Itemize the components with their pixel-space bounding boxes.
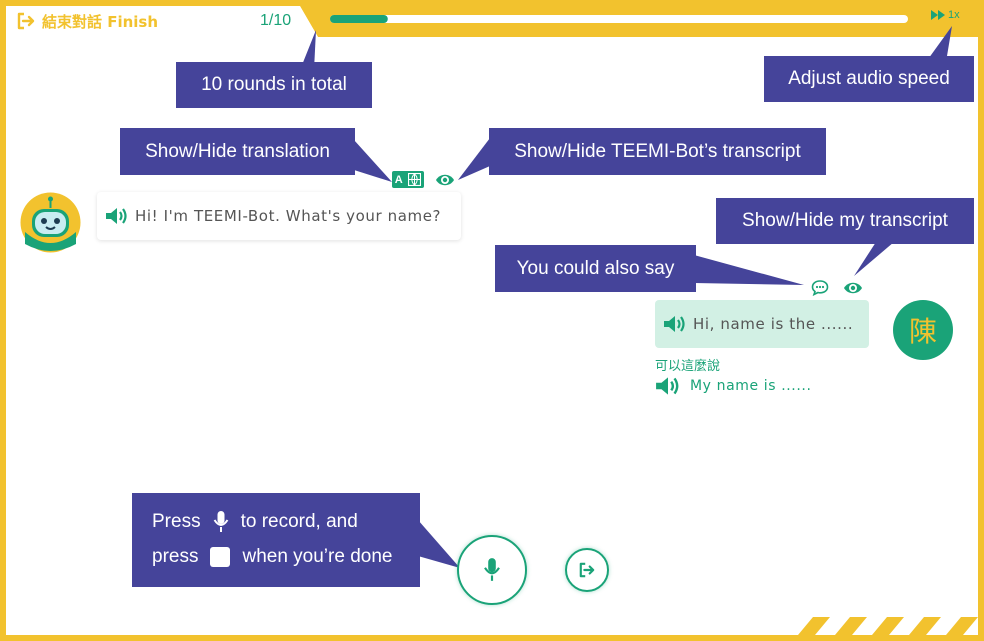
- speaker-icon[interactable]: [663, 315, 687, 333]
- tooltip-record-line2: press when you’re done: [152, 546, 392, 568]
- globe-icon: [408, 173, 422, 186]
- my-transcript-eye-icon[interactable]: [843, 280, 863, 296]
- stop-icon: [210, 547, 231, 567]
- tooltip-record: Press to record, and press when you’re d…: [132, 493, 420, 587]
- finish-button[interactable]: 結束對話 Finish: [16, 9, 158, 33]
- bot-transcript-eye-icon[interactable]: [435, 172, 455, 188]
- translation-toggle[interactable]: A: [392, 171, 424, 188]
- bottom-stripes: [798, 617, 978, 635]
- microphone-icon: [484, 558, 500, 581]
- tooltip-record-text: to record, and: [240, 511, 358, 532]
- tooltip-pointer: [694, 255, 804, 285]
- bot-message-text: Hi! I'm TEEMI-Bot. What's your name?: [135, 207, 442, 225]
- speaker-icon[interactable]: [655, 376, 681, 396]
- tooltip-record-text: when you’re done: [242, 546, 393, 567]
- microphone-icon: [213, 511, 228, 532]
- tooltip-speed: Adjust audio speed: [764, 56, 974, 102]
- speed-label: 1x: [948, 9, 960, 21]
- suggestion-label: 可以這麼說: [655, 359, 721, 374]
- bot-avatar: [20, 192, 81, 253]
- tooltip-translation: Show/Hide translation: [120, 128, 355, 175]
- user-message-text: Hi, name is the ......: [693, 315, 854, 333]
- bot-message-bubble: Hi! I'm TEEMI-Bot. What's your name?: [97, 192, 461, 240]
- record-button[interactable]: [457, 535, 527, 605]
- fast-forward-icon: [931, 10, 945, 20]
- round-counter: 1/10: [260, 12, 292, 29]
- tooltip-record-line1: Press to record, and: [152, 510, 358, 534]
- speed-control[interactable]: 1x: [930, 9, 960, 21]
- suggestion-row: My name is ......: [655, 376, 812, 396]
- tooltip-pointer: [458, 138, 490, 180]
- finish-label: 結束對話 Finish: [42, 12, 159, 31]
- tooltip-record-text: Press: [152, 511, 201, 532]
- tooltip-record-text: press: [152, 546, 199, 567]
- suggestion-icon[interactable]: [811, 279, 829, 296]
- user-avatar: 陳: [893, 300, 953, 360]
- exit-icon: [579, 562, 595, 578]
- speaker-icon[interactable]: [105, 207, 129, 225]
- translate-icon: A: [394, 173, 403, 186]
- tooltip-rounds: 10 rounds in total: [176, 62, 372, 108]
- skip-button[interactable]: [565, 548, 609, 592]
- tooltip-bot-transcript: Show/Hide TEEMI-Bot’s transcript: [489, 128, 826, 175]
- tooltip-pointer: [854, 242, 894, 276]
- tooltip-also-say: You could also say: [495, 245, 696, 292]
- tooltip-pointer: [418, 520, 460, 568]
- user-message-bubble: Hi, name is the ......: [655, 300, 869, 348]
- tooltip-my-transcript: Show/Hide my transcript: [716, 198, 974, 244]
- progress-fill: [330, 15, 388, 23]
- suggestion-text: My name is ......: [690, 378, 812, 394]
- user-avatar-char: 陳: [908, 315, 937, 348]
- exit-icon: [17, 12, 35, 30]
- tooltip-pointer: [354, 140, 392, 182]
